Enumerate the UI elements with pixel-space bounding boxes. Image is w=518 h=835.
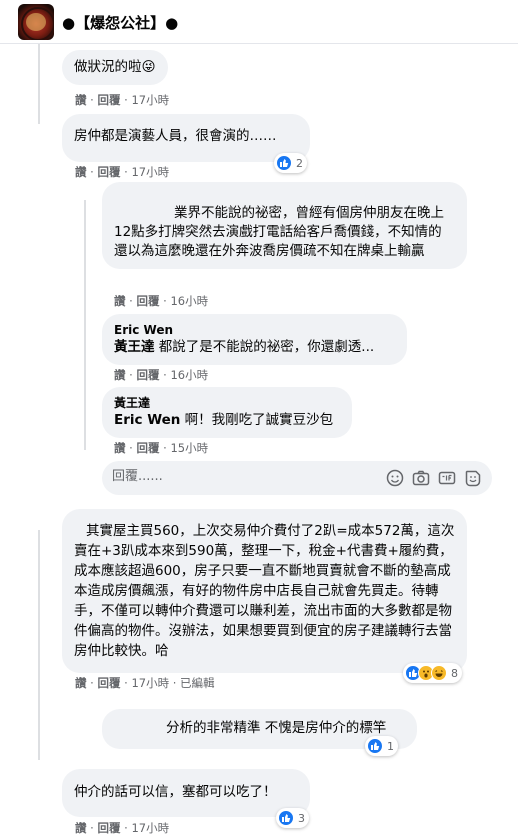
comment-bubble: 其實屋主買560，上次交易仲介費付了2趴=成本572萬，這次賣在+3趴成本來到5…	[62, 509, 467, 673]
haha-icon	[431, 665, 447, 681]
camera-icon[interactable]	[412, 469, 430, 487]
reply-bubble: 黃王達 Eric Wen 啊！我剛吃了誠實豆沙包	[102, 387, 352, 438]
comment-actions: 讚 · 回覆 · 16小時	[114, 294, 209, 308]
reaction-count: 2	[296, 156, 303, 170]
mention-tag[interactable]: 黃王達	[114, 339, 155, 355]
comment-author[interactable]: 黃王達	[114, 395, 340, 411]
comment-text: 分析的非常精準 不愧是房仲介的標竿	[166, 720, 387, 736]
timestamp[interactable]: 17小時	[131, 821, 169, 835]
thread-line	[84, 200, 86, 450]
reaction-summary[interactable]: 1	[365, 736, 398, 756]
reply-link[interactable]: 回覆	[97, 821, 120, 835]
group-name[interactable]: ●【爆怨公社】●	[62, 12, 178, 33]
mention-tag[interactable]: Eric Wen	[114, 412, 180, 428]
reply-link[interactable]: 回覆	[136, 368, 159, 382]
like-link[interactable]: 讚	[114, 294, 126, 308]
comment-text: 業界不能說的祕密，曾經有個房仲朋友在晚上12點多打牌突然去演戲打電話給客戶喬價錢…	[114, 205, 444, 259]
reply-link[interactable]: 回覆	[97, 676, 120, 690]
reply-link[interactable]: 回覆	[97, 93, 120, 107]
comment-bubble: 房仲都是演藝人員，很會演的……	[62, 114, 310, 162]
gif-icon[interactable]	[438, 469, 456, 487]
comment-actions: 讚 · 回覆 · 17小時	[75, 93, 170, 107]
reaction-count: 3	[298, 811, 305, 825]
reply-bubble: Eric Wen 黃王達 都說了是不能說的祕密，你還劇透...	[102, 314, 407, 365]
like-link[interactable]: 讚	[75, 821, 87, 835]
emoji-icon[interactable]	[386, 469, 404, 487]
comment-actions: 讚 · 回覆 · 17小時 · 已編輯	[75, 676, 215, 690]
edited-label[interactable]: 已編輯	[180, 676, 215, 690]
timestamp[interactable]: 16小時	[170, 294, 208, 308]
comment-bubble: 仲介的話可以信，塞都可以吃了！	[62, 769, 310, 817]
timestamp[interactable]: 17小時	[131, 676, 169, 690]
like-link[interactable]: 讚	[75, 676, 87, 690]
reaction-summary[interactable]: 3	[276, 808, 309, 828]
reply-link[interactable]: 回覆	[136, 294, 159, 308]
reaction-summary[interactable]: 8	[403, 663, 462, 683]
timestamp[interactable]: 16小時	[170, 368, 208, 382]
reply-bubble: 業界不能說的祕密，曾經有個房仲朋友在晚上12點多打牌突然去演戲打電話給客戶喬價錢…	[102, 182, 467, 269]
like-link[interactable]: 讚	[114, 441, 126, 455]
thread-line	[38, 44, 40, 124]
group-header: ●【爆怨公社】●	[0, 0, 518, 44]
comment-actions: 讚 · 回覆 · 17小時	[75, 821, 170, 835]
comment-text: 房仲都是演藝人員，很會演的……	[74, 128, 277, 144]
reaction-summary[interactable]: 2	[274, 153, 307, 173]
comment-text: 做狀況的啦😜	[74, 59, 156, 75]
group-avatar[interactable]	[18, 4, 54, 40]
timestamp[interactable]: 17小時	[131, 165, 169, 179]
comment-actions: 讚 · 回覆 · 17小時	[75, 165, 170, 179]
reply-link[interactable]: 回覆	[136, 441, 159, 455]
reply-link[interactable]: 回覆	[97, 165, 120, 179]
timestamp[interactable]: 17小時	[131, 93, 169, 107]
comment-actions: 讚 · 回覆 · 16小時	[114, 368, 209, 382]
like-link[interactable]: 讚	[75, 165, 87, 179]
comment-text: 仲介的話可以信，塞都可以吃了！	[74, 784, 277, 800]
reply-composer[interactable]	[102, 461, 492, 495]
sticker-icon[interactable]	[464, 469, 482, 487]
timestamp[interactable]: 15小時	[170, 441, 208, 455]
comment-bubble: 做狀況的啦😜	[62, 50, 168, 85]
reaction-count: 1	[387, 739, 394, 753]
comment-text: 其實屋主買560，上次交易仲介費付了2趴=成本572萬，這次賣在+3趴成本來到5…	[74, 523, 455, 659]
comment-author[interactable]: Eric Wen	[114, 322, 395, 338]
comment-text: 都說了是不能說的祕密，你還劇透...	[154, 339, 375, 355]
reply-input[interactable]	[112, 469, 362, 484]
comment-text: 啊！我剛吃了誠實豆沙包	[180, 412, 334, 428]
like-icon	[367, 738, 383, 754]
reaction-count: 8	[451, 666, 458, 680]
like-link[interactable]: 讚	[75, 93, 87, 107]
thread-line	[38, 530, 40, 760]
comment-actions: 讚 · 回覆 · 15小時	[114, 441, 209, 455]
like-icon	[278, 810, 294, 826]
like-icon	[276, 155, 292, 171]
like-link[interactable]: 讚	[114, 368, 126, 382]
